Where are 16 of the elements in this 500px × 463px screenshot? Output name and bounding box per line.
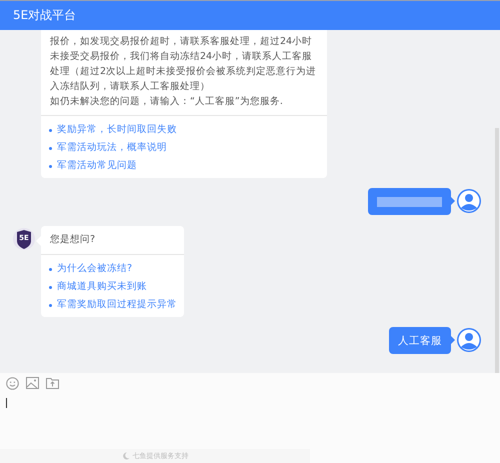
- suggestion-link[interactable]: 奖励异常，长时间取回失败: [48, 122, 320, 137]
- suggestion-link[interactable]: 为什么会被冻结?: [48, 261, 177, 276]
- folder-upload-icon[interactable]: [46, 377, 59, 389]
- user-avatar-icon: [457, 328, 481, 352]
- user-avatar-icon: [457, 189, 481, 213]
- suggestion-link[interactable]: 军需奖励取回过程提示异常: [48, 297, 177, 312]
- message-text: 您是想问?: [50, 233, 96, 247]
- image-icon[interactable]: [26, 377, 39, 389]
- suggestion-link[interactable]: 军需活动玩法，概率说明: [48, 140, 320, 155]
- moon-icon: [122, 452, 130, 460]
- suggestion-link[interactable]: 军需活动常见问题: [48, 158, 320, 173]
- window-title: 5E对战平台: [13, 7, 76, 24]
- emoji-icon[interactable]: [6, 377, 19, 390]
- message-text: 如仍未解决您的问题，请输入：“人工客服”为您服务.: [50, 95, 284, 109]
- suggestion-link[interactable]: 商城道具购买未到账: [48, 279, 177, 294]
- message-text: 报价，如发现交易报价超时，请联系客服处理，超过24小时未接受交易报价，我们将自动冻结24小时，请联系人工客服处理（超过2次以上超时未接受报价会被系统判定恶意行为进入冻结队列，请联系人工客服处理）: [50, 35, 318, 94]
